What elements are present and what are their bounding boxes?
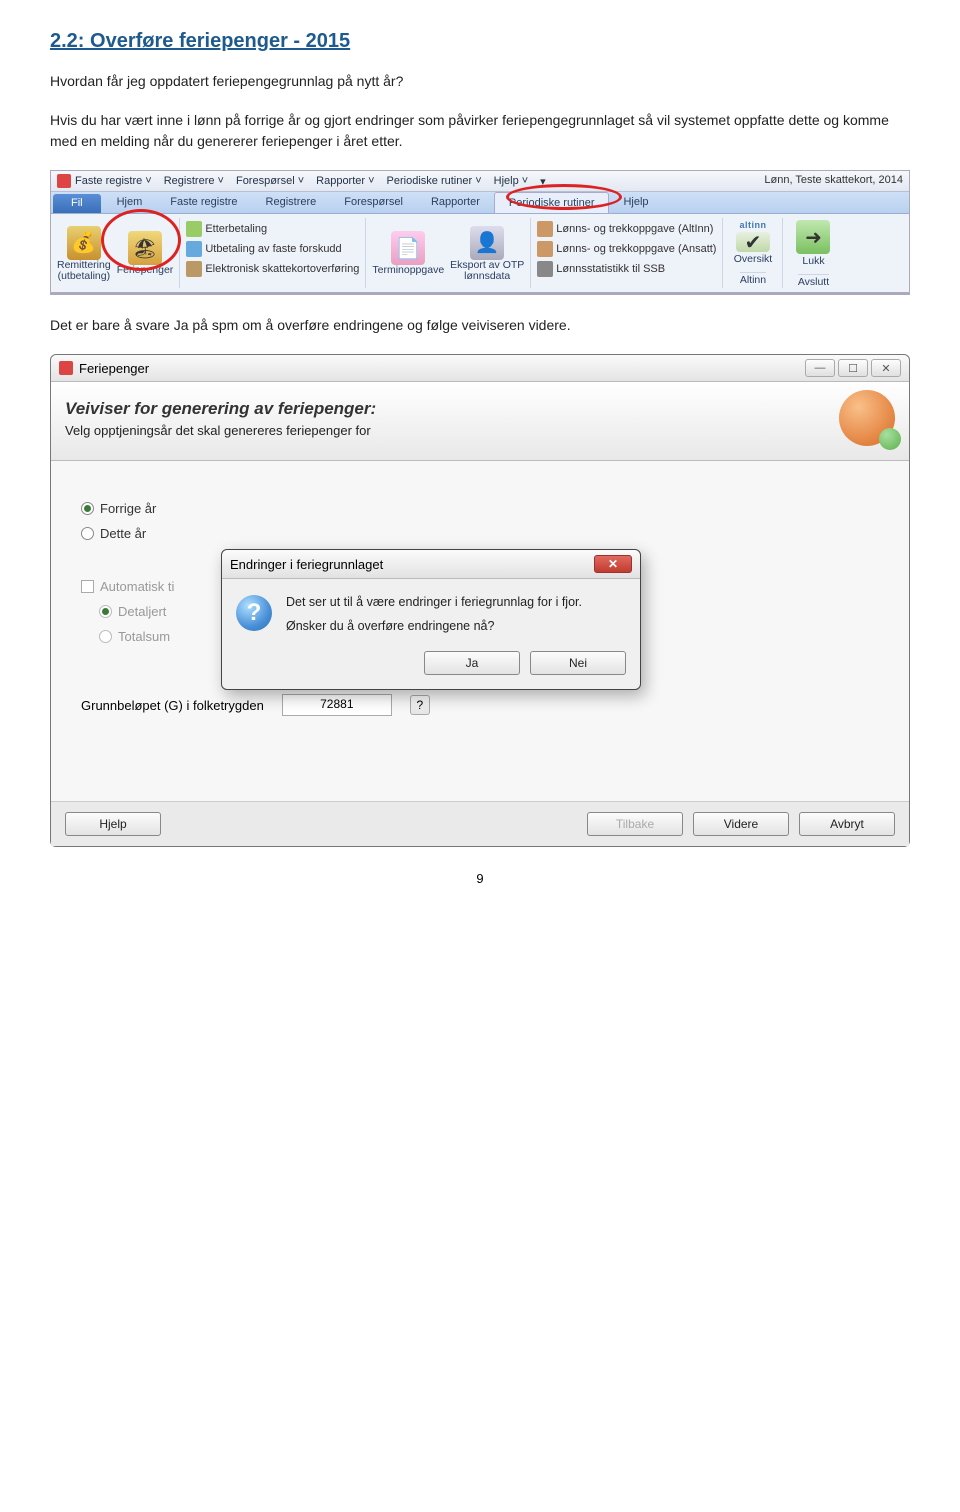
tab-faste-registre[interactable]: Faste registre: [156, 192, 251, 213]
instruction-paragraph: Det er bare å svare Ja på spm om å overf…: [50, 315, 910, 336]
option-forrige-aar[interactable]: Forrige år: [81, 501, 879, 516]
doc-icon: [537, 221, 553, 237]
menu-registrere[interactable]: Registrere ˅: [164, 175, 224, 188]
wizard-tilbake-button: Tilbake: [587, 812, 683, 836]
confirm-dialog-line1: Det ser ut til å være endringer i ferieg…: [286, 595, 582, 609]
option-detaljert-label: Detaljert: [118, 604, 166, 619]
ribbon-menus: Faste registre ˅ Registrere ˅ Forespørse…: [75, 175, 546, 188]
etterbetaling-button[interactable]: Etterbetaling: [186, 220, 267, 238]
option-dette-aar[interactable]: Dette år: [81, 526, 879, 541]
confirm-dialog-titlebar: Endringer i feriegrunnlaget ✕: [222, 550, 640, 579]
grunnbelop-label: Grunnbeløpet (G) i folketrygden: [81, 698, 264, 713]
radio-icon: [99, 605, 112, 618]
checkbox-icon: [81, 580, 94, 593]
tab-foresporsel[interactable]: Forespørsel: [330, 192, 417, 213]
tab-rapporter[interactable]: Rapporter: [417, 192, 494, 213]
app-logo-icon: [57, 174, 71, 188]
altinn-oversikt-icon[interactable]: ✔: [736, 232, 770, 252]
grunnbelop-input[interactable]: 72881: [282, 694, 392, 716]
wizard-hjelp-button[interactable]: Hjelp: [65, 812, 161, 836]
wizard-window: Feriepenger — ☐ ✕ Veiviser for genererin…: [50, 354, 910, 847]
remittering-label: Remittering (utbetaling): [57, 260, 111, 283]
radio-icon: [99, 630, 112, 643]
skattekort-button[interactable]: Elektronisk skattekortoverføring: [186, 260, 359, 278]
annotation-circle-periodiske-rutiner: [506, 184, 622, 210]
confirm-nei-button[interactable]: Nei: [530, 651, 626, 675]
remittering-icon[interactable]: 💰: [67, 226, 101, 260]
eksport-otp-icon[interactable]: 👤: [470, 226, 504, 260]
lonnsstatistikk-ssb-button[interactable]: Lønnsstatistikk til SSB: [537, 260, 665, 278]
utbetaling-forskudd-button[interactable]: Utbetaling av faste forskudd: [186, 240, 341, 258]
confirm-ja-button[interactable]: Ja: [424, 651, 520, 675]
radio-icon: [81, 527, 94, 540]
doc-icon: [537, 241, 553, 257]
altinn-logo-icon: altinn: [739, 220, 766, 230]
confirm-dialog-line2: Ønsker du å overføre endringene nå?: [286, 619, 582, 633]
question-icon: ?: [236, 595, 272, 631]
confirm-dialog-title: Endringer i feriegrunnlaget: [230, 557, 383, 572]
wizard-body: Forrige år Dette år Automatisk ti Detalj…: [51, 461, 909, 801]
skattekort-icon: [186, 261, 202, 277]
checkbox-automatisk-label: Automatisk ti: [100, 579, 174, 594]
eksport-otp-label: Eksport av OTP lønnsdata: [450, 260, 524, 283]
menu-hjelp[interactable]: Hjelp ˅: [494, 175, 529, 188]
tab-registrere[interactable]: Registrere: [252, 192, 331, 213]
intro-paragraph: Hvis du har vært inne i lønn på forrige …: [50, 110, 910, 152]
wizard-avatar-icon: [839, 390, 895, 446]
annotation-circle-feriepenger: [101, 209, 181, 271]
option-forrige-aar-label: Forrige år: [100, 501, 156, 516]
terminoppgave-label: Terminoppgave: [372, 265, 444, 277]
ribbon-screenshot: Faste registre ˅ Registrere ˅ Forespørse…: [50, 170, 910, 295]
oversikt-label: Oversikt: [734, 254, 773, 266]
app-logo-icon: [59, 361, 73, 375]
menu-rapporter[interactable]: Rapporter ˅: [316, 175, 374, 188]
confirm-dialog-close-button[interactable]: ✕: [594, 555, 632, 573]
menu-foresporsel[interactable]: Forespørsel ˅: [236, 175, 304, 188]
confirm-dialog: Endringer i feriegrunnlaget ✕ ? Det ser …: [221, 549, 641, 690]
option-dette-aar-label: Dette år: [100, 526, 146, 541]
minimize-button[interactable]: —: [805, 359, 835, 377]
etterbetaling-icon: [186, 221, 202, 237]
section-heading: 2.2: Overføre feriepenger - 2015: [50, 30, 910, 53]
wizard-heading: Veiviser for generering av feriepenger:: [65, 399, 376, 419]
wizard-header: Veiviser for generering av feriepenger: …: [51, 382, 909, 461]
wizard-titlebar: Feriepenger — ☐ ✕: [51, 355, 909, 382]
ribbon-context-label: Lønn, Teste skattekort, 2014: [764, 174, 903, 188]
altinn-section-label: Altinn: [740, 272, 766, 287]
ribbon-titlebar: Faste registre ˅ Registrere ˅ Forespørse…: [51, 171, 909, 192]
wizard-subheading: Velg opptjeningsår det skal genereres fe…: [65, 423, 376, 438]
wizard-videre-button[interactable]: Videre: [693, 812, 789, 836]
lonns-trekk-ansatt-button[interactable]: Lønns- og trekkoppgave (Ansatt): [537, 240, 716, 258]
option-totalsum-label: Totalsum: [118, 629, 170, 644]
avslutt-section-label: Avslutt: [798, 274, 829, 289]
tab-fil[interactable]: Fil: [53, 194, 101, 213]
grunnbelop-help-button[interactable]: ?: [410, 695, 430, 715]
lukk-label: Lukk: [802, 256, 824, 268]
lonns-trekk-altinn-button[interactable]: Lønns- og trekkoppgave (AltInn): [537, 220, 713, 238]
close-button[interactable]: ✕: [871, 359, 901, 377]
intro-question: Hvordan får jeg oppdatert feriepengegrun…: [50, 71, 910, 92]
terminoppgave-icon[interactable]: 📄: [391, 231, 425, 265]
stat-icon: [537, 261, 553, 277]
utbetaling-icon: [186, 241, 202, 257]
maximize-button[interactable]: ☐: [838, 359, 868, 377]
lukk-icon[interactable]: ➜: [796, 220, 830, 254]
ribbon-body: 💰 Remittering (utbetaling) 🏖 Feriepenger…: [51, 214, 909, 294]
wizard-avbryt-button[interactable]: Avbryt: [799, 812, 895, 836]
menu-faste-registre[interactable]: Faste registre ˅: [75, 175, 152, 188]
grunnbelop-row: Grunnbeløpet (G) i folketrygden 72881 ?: [81, 694, 879, 716]
wizard-footer: Hjelp Tilbake Videre Avbryt: [51, 801, 909, 846]
ribbon-tabstrip: Fil Hjem Faste registre Registrere Fores…: [51, 192, 909, 214]
menu-periodiske-rutiner[interactable]: Periodiske rutiner ˅: [387, 175, 482, 188]
page-number: 9: [50, 871, 910, 886]
radio-icon: [81, 502, 94, 515]
wizard-window-title: Feriepenger: [79, 361, 149, 376]
